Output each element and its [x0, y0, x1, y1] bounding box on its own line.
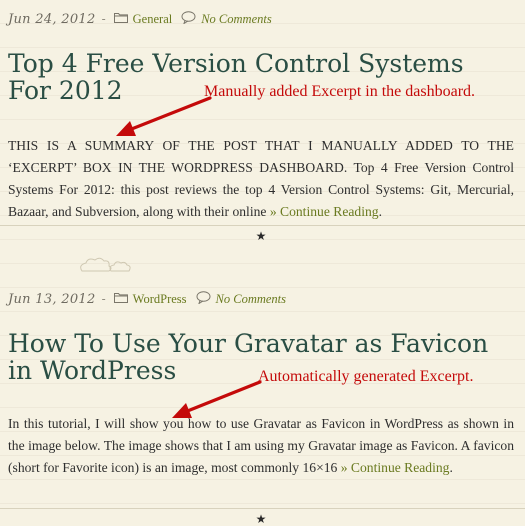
post-meta: Jun 24, 2012 - General No Comments	[8, 7, 272, 31]
cloud-divider-icon	[80, 257, 131, 272]
post-divider	[0, 225, 525, 226]
continue-reading-link[interactable]: » Continue Reading	[270, 204, 379, 219]
comment-bubble-icon	[181, 11, 196, 27]
post-comments-link[interactable]: No Comments	[201, 12, 272, 27]
folder-icon	[113, 292, 128, 306]
red-arrow	[116, 96, 212, 136]
post-divider	[0, 508, 525, 509]
post-comments-link[interactable]: No Comments	[216, 292, 287, 307]
post-excerpt: THIS IS A SUMMARY OF THE POST THAT I MAN…	[8, 135, 514, 223]
excerpt-end: .	[378, 204, 382, 219]
post-meta: Jun 13, 2012 - WordPress No Comments	[8, 287, 286, 311]
folder-icon	[113, 12, 128, 26]
continue-reading-link[interactable]: » Continue Reading	[341, 460, 450, 475]
post-date: Jun 24, 2012	[8, 11, 96, 27]
post-date: Jun 13, 2012	[8, 291, 96, 307]
excerpt-text: THIS IS A SUMMARY OF THE POST THAT I MAN…	[8, 138, 514, 219]
star-separator-icon: ★	[255, 512, 267, 526]
comment-bubble-icon	[196, 291, 211, 307]
post-category-link[interactable]: WordPress	[133, 292, 187, 307]
meta-dash: -	[101, 292, 106, 306]
star-separator-icon: ★	[255, 229, 267, 243]
meta-dash: -	[101, 12, 106, 26]
post-excerpt: In this tutorial, I will show you how to…	[8, 413, 514, 479]
excerpt-end: .	[449, 460, 453, 475]
excerpt-annotation: Automatically generated Excerpt.	[258, 368, 474, 385]
post-category-link[interactable]: General	[133, 12, 173, 27]
excerpt-annotation: Manually added Excerpt in the dashboard.	[204, 83, 476, 100]
